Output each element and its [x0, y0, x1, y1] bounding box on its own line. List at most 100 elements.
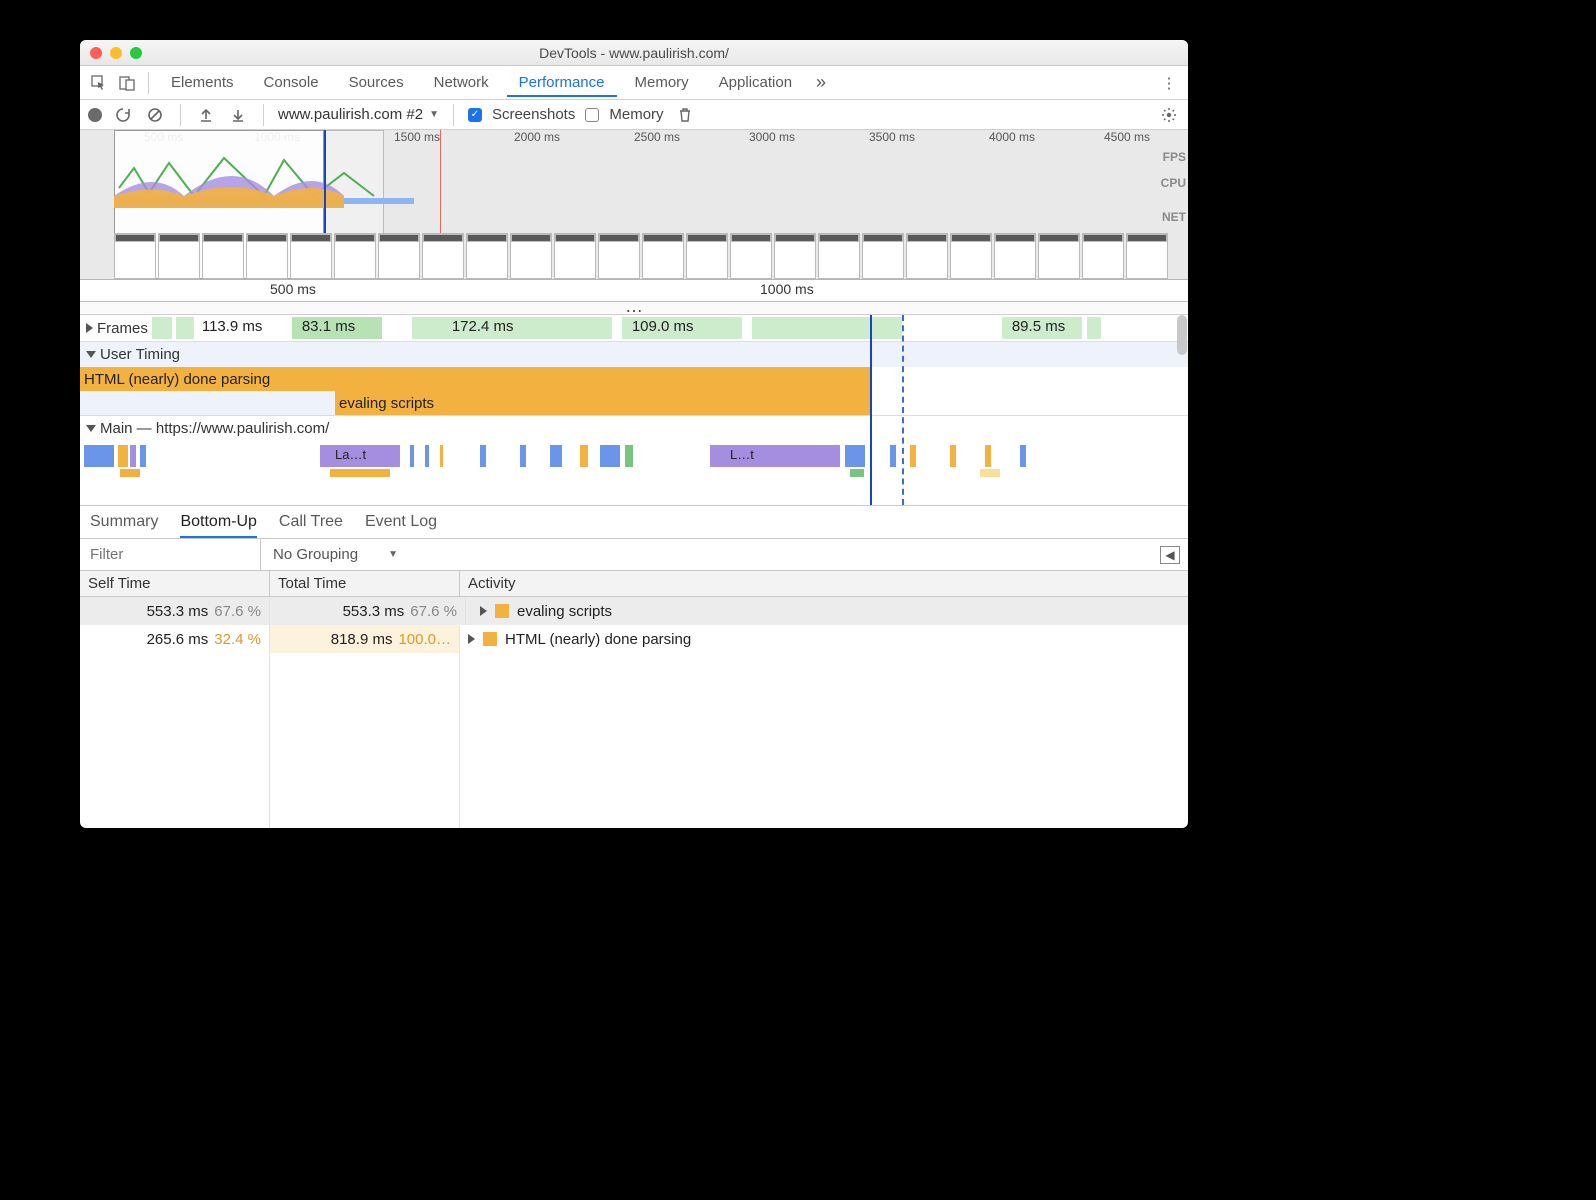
user-timing-bar-label: HTML (nearly) done parsing — [84, 371, 270, 388]
flame-chip: La…t — [335, 447, 366, 465]
garbage-collect-icon[interactable] — [674, 104, 696, 126]
overview-net-label: NET — [1162, 210, 1186, 224]
frames-track[interactable]: Frames 113.9 ms 83.1 ms 172.4 ms 109.0 m… — [80, 315, 1188, 341]
tab-summary[interactable]: Summary — [90, 513, 158, 531]
overview-screenshots — [114, 233, 1188, 279]
load-profile-icon[interactable] — [195, 104, 217, 126]
clear-button[interactable] — [144, 104, 166, 126]
tab-console[interactable]: Console — [252, 68, 331, 97]
user-timing-label: User Timing — [100, 346, 180, 363]
table-row[interactable]: 553.3 ms 67.6 % 553.3 ms 67.6 % evaling sc… — [80, 597, 1188, 625]
timeline-overview[interactable]: 500 ms 1000 ms 1500 ms 2000 ms 2500 ms 3… — [80, 130, 1188, 280]
overview-tick: 2000 ms — [514, 130, 560, 144]
total-time-value: 553.3 ms — [343, 603, 405, 620]
frames-label: Frames — [97, 320, 148, 337]
activity-label: HTML (nearly) done parsing — [505, 631, 691, 648]
flame-chart[interactable]: Frames 113.9 ms 83.1 ms 172.4 ms 109.0 m… — [80, 315, 1188, 505]
overview-cpu-label: CPU — [1161, 176, 1186, 190]
filter-input[interactable] — [80, 546, 260, 563]
self-time-value: 265.6 ms — [147, 631, 209, 648]
details-tabs: Summary Bottom-Up Call Tree Event Log — [80, 505, 1188, 539]
flame-chip: L…t — [730, 447, 754, 465]
tab-sources[interactable]: Sources — [337, 68, 416, 97]
device-toolbar-icon[interactable] — [116, 72, 138, 94]
flame-cursor — [870, 315, 872, 505]
user-timing-bar[interactable]: evaling scripts — [335, 391, 870, 415]
tab-call-tree[interactable]: Call Tree — [279, 513, 343, 531]
self-time-pct: 67.6 % — [214, 603, 261, 620]
screenshots-checkbox[interactable]: ✓ — [468, 108, 482, 122]
frames-bar: 113.9 ms 83.1 ms 172.4 ms 109.0 ms 89.5 … — [152, 315, 1188, 341]
user-timing-gap — [80, 391, 335, 415]
user-timing-header[interactable]: User Timing — [80, 341, 1188, 367]
tab-elements[interactable]: Elements — [159, 68, 246, 97]
user-timing-bar[interactable]: HTML (nearly) done parsing — [80, 367, 870, 391]
tab-network[interactable]: Network — [422, 68, 501, 97]
separator — [148, 72, 149, 94]
recording-select-label: www.paulirish.com #2 — [278, 106, 423, 123]
expand-icon[interactable] — [468, 634, 475, 644]
ruler-tick: 500 ms — [270, 281, 316, 297]
inspect-element-icon[interactable] — [88, 72, 110, 94]
self-time-value: 553.3 ms — [147, 603, 209, 620]
col-total-time[interactable]: Total Time — [270, 571, 460, 596]
overview-tick: 1500 ms — [394, 130, 440, 144]
tab-event-log[interactable]: Event Log — [365, 513, 437, 531]
frame-value: 113.9 ms — [202, 318, 263, 335]
overview-tick: 4000 ms — [989, 130, 1035, 144]
expand-icon[interactable] — [480, 606, 487, 616]
total-time-pct: 67.6 % — [410, 603, 457, 620]
window-title: DevTools - www.paulirish.com/ — [80, 45, 1188, 61]
collapse-icon[interactable] — [86, 425, 96, 432]
memory-checkbox[interactable] — [585, 108, 599, 122]
save-profile-icon[interactable] — [227, 104, 249, 126]
main-thread-header[interactable]: Main — https://www.paulirish.com/ — [80, 415, 1188, 441]
performance-toolbar: www.paulirish.com #2 ▼ ✓ Screenshots Mem… — [80, 100, 1188, 130]
col-activity[interactable]: Activity — [460, 571, 1188, 596]
overview-tick: 2500 ms — [634, 130, 680, 144]
grouping-select[interactable]: No Grouping — [273, 546, 358, 563]
titlebar: DevTools - www.paulirish.com/ — [80, 40, 1188, 66]
self-time-pct: 32.4 % — [214, 631, 261, 648]
reload-record-button[interactable] — [112, 104, 134, 126]
tab-memory[interactable]: Memory — [623, 68, 701, 97]
collapsed-tracks-indicator[interactable]: … — [80, 302, 1188, 315]
more-tabs-button[interactable]: » — [810, 72, 832, 94]
overview-activity-graph — [114, 148, 414, 220]
collapse-icon[interactable] — [86, 351, 96, 358]
tab-bottom-up[interactable]: Bottom-Up — [180, 513, 256, 538]
overview-fps-label: FPS — [1163, 150, 1186, 164]
user-timing-bar-label: evaling scripts — [339, 395, 434, 412]
record-button[interactable] — [88, 108, 102, 122]
activity-label: evaling scripts — [517, 603, 612, 620]
overview-tick: 3500 ms — [869, 130, 915, 144]
kebab-menu-icon[interactable]: ⋮ — [1158, 72, 1180, 94]
table-header: Self Time Total Time Activity — [80, 571, 1188, 597]
tab-performance[interactable]: Performance — [507, 68, 617, 97]
main-thread-flame[interactable]: La…t L…t — [80, 441, 1188, 479]
recording-select[interactable]: www.paulirish.com #2 ▼ — [278, 106, 439, 123]
separator — [180, 104, 181, 126]
dropdown-icon: ▼ — [388, 549, 398, 560]
col-self-time[interactable]: Self Time — [80, 571, 270, 596]
frame-value: 83.1 ms — [302, 318, 355, 335]
toggle-heaviest-stack-button[interactable]: ◀ — [1160, 546, 1180, 564]
devtools-window: DevTools - www.paulirish.com/ Elements C… — [80, 40, 1188, 828]
ruler-tick: 1000 ms — [760, 281, 814, 297]
frame-value: 172.4 ms — [452, 318, 514, 335]
screenshots-label: Screenshots — [492, 106, 575, 123]
frame-value: 109.0 ms — [632, 318, 694, 335]
details-filter-bar: No Grouping ▼ ◀ — [80, 539, 1188, 571]
table-row[interactable]: 265.6 ms32.4 % 818.9 ms100.0… HTML (near… — [80, 625, 1188, 653]
overview-tick: 3000 ms — [749, 130, 795, 144]
panel-tabs: Elements Console Sources Network Perform… — [80, 66, 1188, 100]
expand-icon[interactable] — [86, 323, 93, 333]
activity-swatch — [483, 632, 497, 646]
capture-settings-icon[interactable] — [1158, 104, 1180, 126]
flame-ruler[interactable]: 500 ms 1000 ms — [80, 280, 1188, 302]
table-empty-area — [80, 653, 1188, 828]
main-thread-label: Main — https://www.paulirish.com/ — [100, 420, 329, 437]
separator — [263, 104, 264, 126]
separator — [453, 104, 454, 126]
tab-application[interactable]: Application — [707, 68, 804, 97]
